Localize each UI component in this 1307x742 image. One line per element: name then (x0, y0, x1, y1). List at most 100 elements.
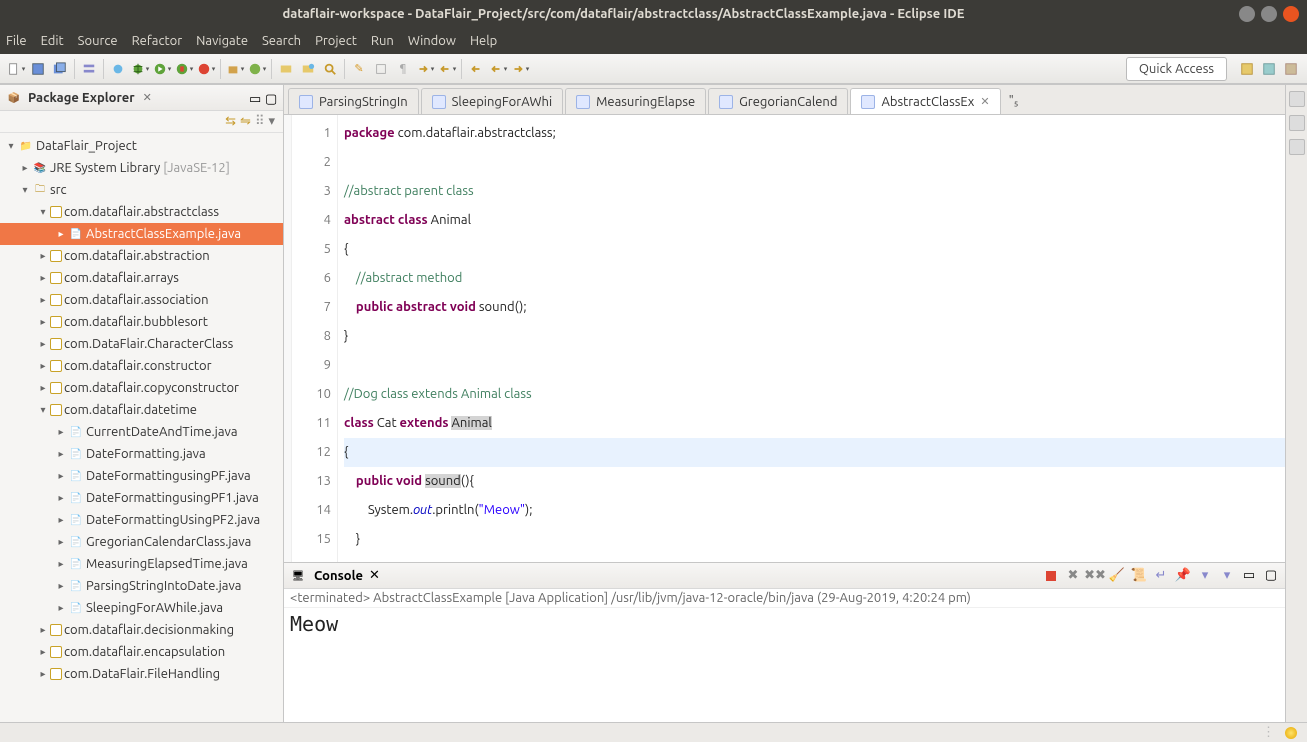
menu-navigate[interactable]: Navigate (196, 34, 248, 48)
console-min-button[interactable]: ▭ (1241, 568, 1257, 584)
word-wrap-button[interactable]: ↵ (1153, 568, 1169, 584)
code-editor[interactable]: 123456789101112131415 package com.datafl… (284, 115, 1285, 562)
tree-src[interactable]: ▾🗀src (0, 179, 283, 201)
save-all-button[interactable] (50, 59, 70, 79)
tree-file-selected[interactable]: ▸📄AbstractClassExample.java (0, 223, 283, 245)
tree-package[interactable]: ▸com.dataflair.constructor (0, 355, 283, 377)
toggle-mark-button[interactable]: ✎ (349, 59, 369, 79)
menu-run[interactable]: Run (371, 34, 394, 48)
menu-project[interactable]: Project (315, 34, 357, 48)
clear-console-button[interactable]: 🧹 (1109, 568, 1125, 584)
scroll-lock-button[interactable]: 📜 (1131, 568, 1147, 584)
tree-file[interactable]: ▸📄SleepingForAWhile.java (0, 597, 283, 619)
tree-package[interactable]: ▾com.dataflair.abstractclass (0, 201, 283, 223)
tree-file[interactable]: ▸📄DateFormattingusingPF.java (0, 465, 283, 487)
code-content[interactable]: package com.dataflair.abstractclass; //a… (338, 115, 1285, 562)
terminate-button[interactable] (1043, 568, 1059, 584)
skip-breakpoints-button[interactable] (108, 59, 128, 79)
coverage-button[interactable]: ▾ (174, 59, 194, 79)
tree-package[interactable]: ▸com.dataflair.association (0, 289, 283, 311)
new-package-button[interactable]: ▾ (225, 59, 245, 79)
run-button[interactable]: ▾ (152, 59, 172, 79)
open-console-button[interactable]: ▾ (1219, 568, 1235, 584)
menu-refactor[interactable]: Refactor (132, 34, 183, 48)
debug-perspective-button[interactable] (1281, 59, 1301, 79)
tab-measuringelapse[interactable]: MeasuringElapse (565, 88, 706, 114)
tab-sleepingforawhi[interactable]: SleepingForAWhi (421, 88, 564, 114)
close-tab-icon[interactable]: ✕ (980, 95, 989, 108)
menu-search[interactable]: Search (262, 34, 301, 48)
next-annotation-button[interactable]: ▾ (415, 59, 435, 79)
package-tree[interactable]: ▾📁DataFlair_Project ▸📚JRE System Library… (0, 133, 283, 722)
tab-overflow[interactable]: "₅ (1003, 88, 1025, 114)
menu-edit[interactable]: Edit (41, 34, 64, 48)
tree-package[interactable]: ▾com.dataflair.datetime (0, 399, 283, 421)
toggle-breadcrumb-button[interactable] (79, 59, 99, 79)
last-edit-button[interactable] (466, 59, 486, 79)
package-explorer-close-icon[interactable]: ✕ (143, 91, 152, 104)
tab-gregoriancalend[interactable]: GregorianCalend (708, 88, 848, 114)
console-max-button[interactable]: ▢ (1263, 568, 1279, 584)
tree-package[interactable]: ▸com.DataFlair.CharacterClass (0, 333, 283, 355)
tree-file[interactable]: ▸📄ParsingStringIntoDate.java (0, 575, 283, 597)
link-editor-button[interactable]: ⇋ (240, 114, 251, 129)
filter-button[interactable]: ⠿ (255, 114, 265, 129)
folding-ruler[interactable] (284, 115, 292, 562)
new-class-button[interactable]: ▾ (247, 59, 267, 79)
menu-source[interactable]: Source (78, 34, 118, 48)
open-perspective-button[interactable] (1237, 59, 1257, 79)
java-file-icon: 📄 (68, 534, 84, 550)
show-whitespace-button[interactable]: ¶ (393, 59, 413, 79)
collapse-all-button[interactable]: ⇆ (225, 114, 236, 129)
debug-button[interactable]: ▾ (130, 59, 150, 79)
maximize-button[interactable] (1261, 6, 1277, 22)
menu-file[interactable]: File (6, 34, 27, 48)
remove-launch-button[interactable]: ✖ (1065, 568, 1081, 584)
tree-package[interactable]: ▸com.dataflair.decisionmaking (0, 619, 283, 641)
close-button[interactable] (1283, 6, 1299, 22)
task-list-button[interactable] (1289, 115, 1305, 131)
outline-view-button[interactable] (1289, 91, 1305, 107)
forward-button[interactable]: ▾ (510, 59, 530, 79)
java-perspective-button[interactable] (1259, 59, 1279, 79)
tip-icon[interactable] (1285, 727, 1297, 739)
menu-help[interactable]: Help (470, 34, 497, 48)
tree-project[interactable]: ▾📁DataFlair_Project (0, 135, 283, 157)
save-button[interactable] (28, 59, 48, 79)
open-type-button[interactable] (276, 59, 296, 79)
tab-abstractclassex[interactable]: AbstractClassEx✕ (850, 88, 1000, 114)
tree-package[interactable]: ▸com.dataflair.abstraction (0, 245, 283, 267)
menu-window[interactable]: Window (408, 34, 456, 48)
tree-file[interactable]: ▸📄GregorianCalendarClass.java (0, 531, 283, 553)
open-task-button[interactable] (298, 59, 318, 79)
console-close-icon[interactable]: ✕ (369, 568, 380, 583)
back-button[interactable]: ▾ (488, 59, 508, 79)
tab-parsingstringin[interactable]: ParsingStringIn (288, 88, 419, 114)
toggle-block-button[interactable] (371, 59, 391, 79)
tree-package[interactable]: ▸com.dataflair.arrays (0, 267, 283, 289)
declaration-view-button[interactable] (1289, 139, 1305, 155)
tree-file[interactable]: ▸📄MeasuringElapsedTime.java (0, 553, 283, 575)
pin-console-button[interactable]: 📌 (1175, 568, 1191, 584)
minimize-button[interactable] (1239, 6, 1255, 22)
tree-file[interactable]: ▸📄CurrentDateAndTime.java (0, 421, 283, 443)
new-button[interactable]: ▾ (6, 59, 26, 79)
prev-annotation-button[interactable]: ▾ (437, 59, 457, 79)
tree-jre[interactable]: ▸📚JRE System Library [JavaSE-12] (0, 157, 283, 179)
tree-package[interactable]: ▸com.dataflair.encapsulation (0, 641, 283, 663)
tree-package[interactable]: ▸com.dataflair.copyconstructor (0, 377, 283, 399)
minimize-view-button[interactable]: ▭ (249, 92, 261, 104)
console-output[interactable]: Meow (284, 608, 1285, 722)
tree-package[interactable]: ▸com.DataFlair.FileHandling (0, 663, 283, 685)
remove-all-button[interactable]: ✖✖ (1087, 568, 1103, 584)
quick-access-input[interactable]: Quick Access (1126, 57, 1227, 81)
external-tools-button[interactable]: ▾ (196, 59, 216, 79)
tree-package[interactable]: ▸com.dataflair.bubblesort (0, 311, 283, 333)
tree-file[interactable]: ▸📄DateFormatting.java (0, 443, 283, 465)
tree-file[interactable]: ▸📄DateFormattingUsingPF2.java (0, 509, 283, 531)
search-button[interactable] (320, 59, 340, 79)
maximize-view-button[interactable]: ▢ (265, 92, 277, 104)
view-menu-button[interactable]: ▾ (268, 114, 275, 129)
display-console-button[interactable]: ▾ (1197, 568, 1213, 584)
tree-file[interactable]: ▸📄DateFormattingusingPF1.java (0, 487, 283, 509)
